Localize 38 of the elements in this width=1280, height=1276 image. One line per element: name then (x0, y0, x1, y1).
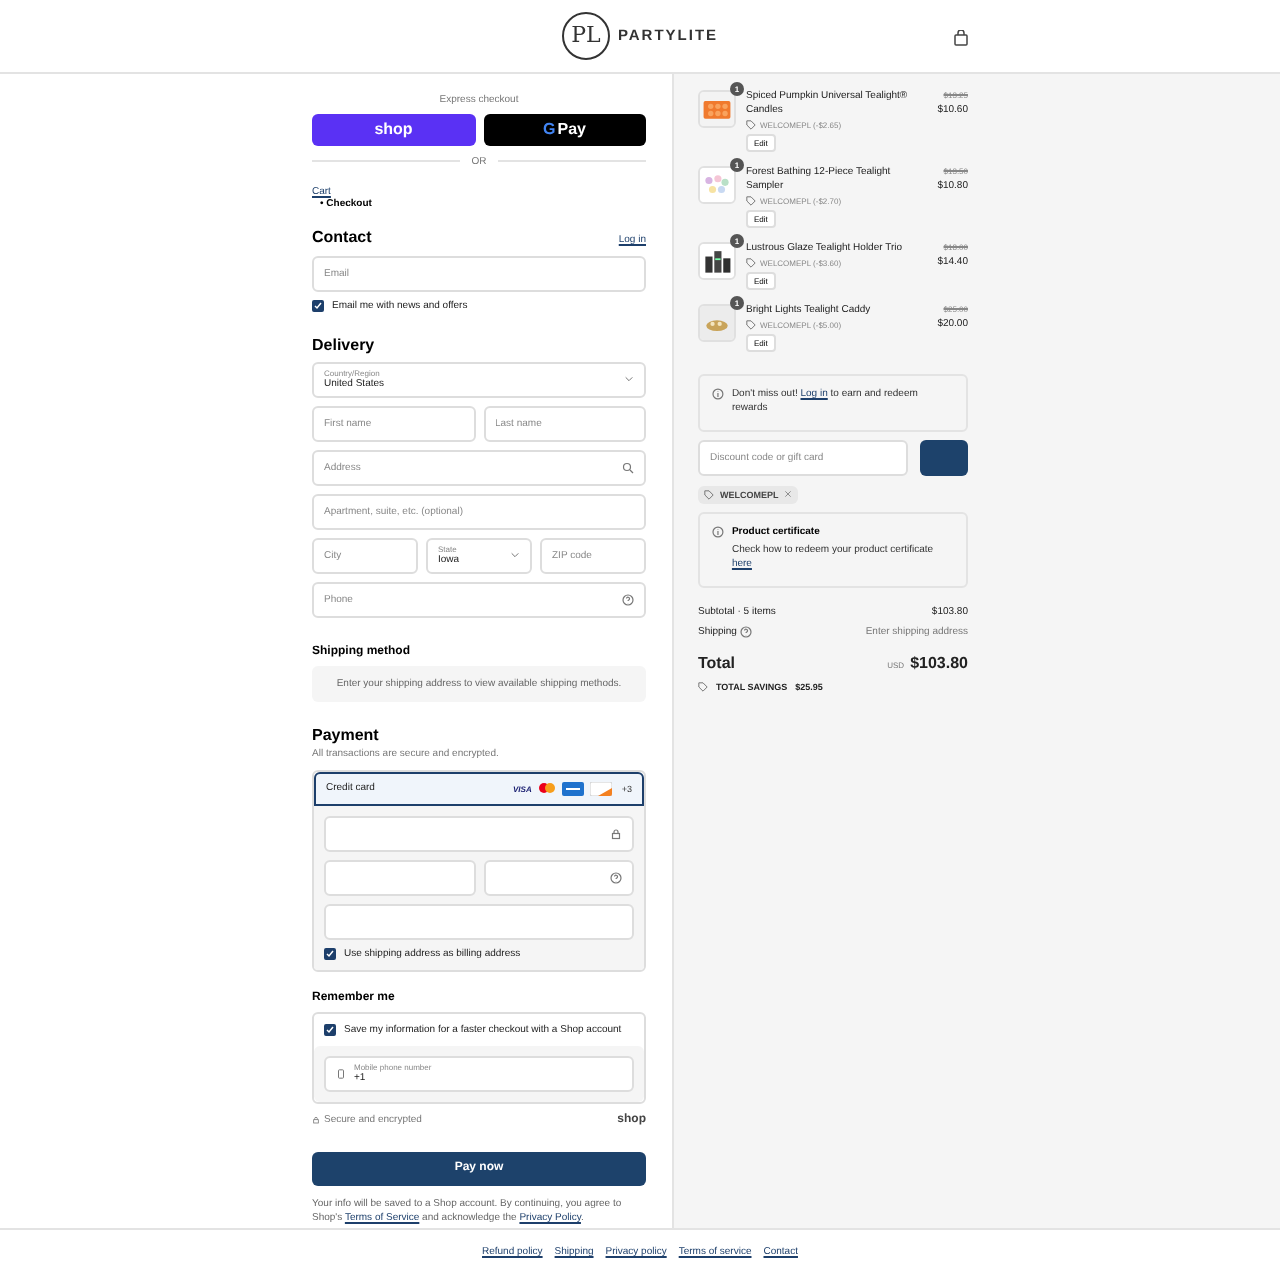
tag-icon (746, 257, 756, 268)
chevron-down-icon (624, 374, 634, 385)
discover-logo-icon (589, 781, 612, 796)
tag-icon (746, 119, 756, 130)
input-field[interactable] (324, 815, 634, 852)
input-field[interactable] (483, 859, 634, 896)
search-icon (622, 461, 634, 474)
section-heading: Delivery (312, 335, 377, 354)
help-icon (622, 593, 634, 606)
help-icon (740, 625, 753, 638)
input-field[interactable] (324, 903, 634, 940)
chevron-down-icon (510, 550, 520, 561)
google-pay-button[interactable]: GPay (483, 113, 646, 146)
phone-icon (336, 1067, 346, 1080)
tag-icon (698, 681, 708, 692)
close-icon (784, 490, 793, 499)
tag-icon (704, 489, 714, 500)
mastercard-logo-icon (537, 782, 556, 795)
amex-logo-icon (561, 781, 584, 796)
tag-icon (746, 195, 756, 206)
apply-button[interactable] (920, 439, 968, 476)
shop-pay-button[interactable]: shop (312, 113, 475, 146)
input-field[interactable] (324, 859, 475, 896)
section-heading: Contact (312, 227, 372, 246)
total-label: Total (698, 653, 736, 672)
lock-icon (610, 827, 622, 840)
section-heading: Payment (312, 725, 381, 744)
checkbox[interactable] (312, 299, 324, 312)
info-icon (712, 525, 724, 538)
logo: PL (561, 11, 610, 60)
lock-icon (312, 1115, 320, 1124)
checkbox[interactable] (324, 1023, 336, 1036)
info-icon (712, 387, 724, 400)
shopping-bag-icon[interactable] (954, 30, 968, 46)
tag-icon (746, 319, 756, 330)
total-value: $103.80 (910, 653, 968, 672)
checkbox[interactable] (324, 947, 336, 960)
help-icon (610, 871, 622, 884)
